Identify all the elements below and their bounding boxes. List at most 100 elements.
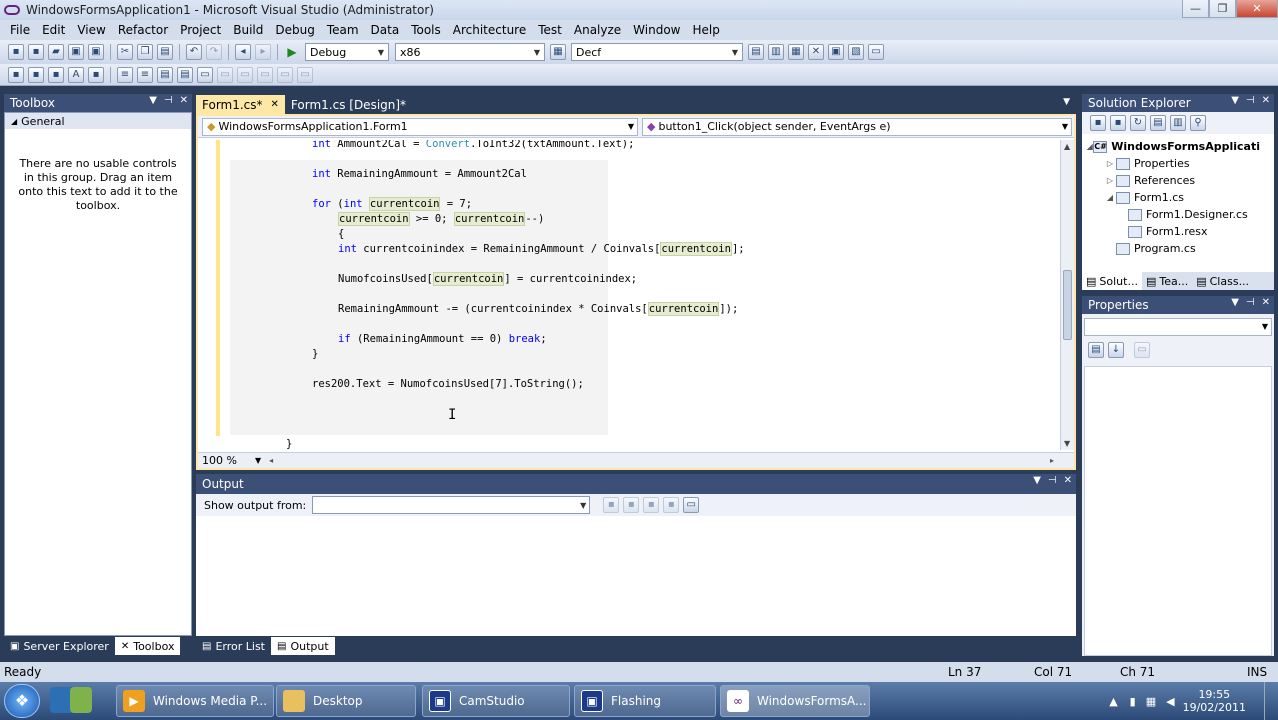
code-text-area[interactable]: int Ammount2Cal = Convert.ToInt32(txtAmm… — [198, 140, 1060, 456]
parameter-info-icon[interactable]: ▪ — [28, 66, 44, 83]
clear-bookmarks-icon[interactable]: ▭ — [297, 66, 313, 83]
taskbar-visual-studio[interactable]: ∞ WindowsFormsA... — [720, 685, 870, 717]
extension-manager-icon[interactable]: ▧ — [848, 44, 864, 60]
scroll-left-icon[interactable]: ◂ — [269, 456, 273, 465]
active-files-dropdown-icon[interactable]: ▼ — [1063, 97, 1070, 107]
object-members-icon[interactable]: ▪ — [8, 66, 24, 83]
tab-team-explorer[interactable]: ▤ Tea... — [1142, 272, 1192, 290]
output-text-area[interactable] — [196, 516, 1076, 636]
show-desktop-button[interactable] — [1264, 682, 1278, 720]
toolbox-group-general[interactable]: ◢ General — [5, 113, 191, 129]
prev-bookmark-icon[interactable]: ▭ — [217, 66, 233, 83]
menu-tools[interactable]: Tools — [405, 23, 447, 37]
menu-edit[interactable]: Edit — [36, 23, 71, 37]
pin-icon[interactable]: ⊣ — [1048, 475, 1057, 486]
toggle-bookmark-icon[interactable]: ▭ — [197, 66, 213, 83]
taskbar-desktop[interactable]: Desktop — [276, 685, 416, 717]
window-position-icon[interactable]: ▼ — [149, 95, 157, 106]
save-all-icon[interactable]: ▣ — [88, 44, 104, 60]
taskbar-camstudio[interactable]: ▣ CamStudio — [422, 685, 570, 717]
window-position-icon[interactable]: ▼ — [1033, 475, 1041, 486]
display-word-icon[interactable]: ▪ — [88, 66, 104, 83]
properties-object-select[interactable]: ▼ — [1084, 318, 1272, 336]
increase-indent-icon[interactable]: ≡ — [137, 66, 153, 83]
pin-icon[interactable]: ⊣ — [1246, 95, 1255, 106]
start-page-icon[interactable]: ▣ — [828, 44, 844, 60]
next-bookmark-icon[interactable]: ▭ — [237, 66, 253, 83]
quick-info-icon[interactable]: ▪ — [48, 66, 64, 83]
tab-error-list[interactable]: ▤ Error List — [196, 637, 271, 655]
pin-icon[interactable]: ⊣ — [164, 95, 173, 106]
tab-server-explorer[interactable]: ▣ Server Explorer — [4, 637, 115, 655]
add-item-icon[interactable]: ▪ — [28, 44, 44, 60]
tab-class-view[interactable]: ▤ Class... — [1192, 272, 1253, 290]
close-tab-icon[interactable]: ✕ — [271, 99, 279, 110]
scroll-thumb[interactable] — [1063, 270, 1072, 340]
output-source-select[interactable]: ▼ — [312, 496, 591, 514]
refresh-icon[interactable]: ↻ — [1130, 115, 1146, 131]
go-to-next-icon[interactable]: ▪ — [643, 497, 660, 513]
menu-team[interactable]: Team — [321, 23, 365, 37]
minimize-button[interactable]: — — [1182, 0, 1209, 18]
show-hidden-icons-icon[interactable]: ▲ — [1109, 695, 1117, 708]
paste-icon[interactable]: ▤ — [157, 44, 173, 60]
restore-button[interactable]: ❐ — [1209, 0, 1236, 18]
prev-bookmark-folder-icon[interactable]: ▭ — [257, 66, 273, 83]
cut-icon[interactable]: ✂ — [117, 44, 133, 60]
find-combo[interactable]: Decf ▼ — [571, 43, 743, 61]
uncomment-icon[interactable]: ▤ — [177, 66, 193, 83]
window-position-icon[interactable]: ▼ — [1231, 95, 1239, 106]
taskbar-media-player[interactable]: ▶ Windows Media P... — [116, 685, 274, 717]
tree-project[interactable]: ◢ C# WindowsFormsApplicati — [1082, 138, 1260, 155]
solution-explorer-icon[interactable]: ▤ — [748, 44, 764, 60]
find-in-files-icon[interactable]: ▦ — [550, 44, 566, 60]
menu-window[interactable]: Window — [627, 23, 686, 37]
redo-icon[interactable]: ↷ — [206, 44, 222, 60]
close-icon[interactable]: ✕ — [1262, 297, 1270, 308]
menu-data[interactable]: Data — [365, 23, 406, 37]
word-completion-icon[interactable]: A — [68, 66, 84, 83]
open-folder-icon[interactable]: ▰ — [48, 44, 64, 60]
find-message-icon[interactable]: ▪ — [603, 497, 620, 513]
properties-grid[interactable] — [1084, 366, 1272, 656]
battery-icon[interactable]: ▮ — [1130, 695, 1136, 708]
solution-config-select[interactable]: Debug ▼ — [305, 43, 389, 61]
tree-form1-resx[interactable]: Form1.resx — [1082, 223, 1260, 240]
menu-test[interactable]: Test — [532, 23, 568, 37]
menu-help[interactable]: Help — [687, 23, 726, 37]
word-wrap-icon[interactable]: ▭ — [683, 497, 700, 513]
menu-view[interactable]: View — [71, 23, 111, 37]
expand-icon[interactable]: ▷ — [1104, 159, 1116, 168]
clear-all-icon[interactable]: ▪ — [663, 497, 680, 513]
start-button[interactable]: ❖ — [4, 684, 40, 718]
scroll-down-icon[interactable]: ▼ — [1064, 439, 1070, 448]
type-select[interactable]: ◆ WindowsFormsApplication1.Form1 ▼ — [202, 117, 638, 136]
categorized-icon[interactable]: ▤ — [1088, 342, 1104, 358]
show-all-files-icon[interactable]: ▪ — [1110, 115, 1126, 131]
properties-icon[interactable]: ▥ — [768, 44, 784, 60]
class-diagram-icon[interactable]: ⚲ — [1190, 115, 1206, 131]
tree-form1-cs[interactable]: ◢ Form1.cs — [1082, 189, 1260, 206]
tree-references[interactable]: ▷ References — [1082, 172, 1260, 189]
alphabetical-icon[interactable]: ↓ — [1108, 342, 1124, 358]
zoom-level[interactable]: 100 % — [202, 454, 237, 467]
next-bookmark-folder-icon[interactable]: ▭ — [277, 66, 293, 83]
view-code-icon[interactable]: ▤ — [1150, 115, 1166, 131]
copy-icon[interactable]: ❐ — [137, 44, 153, 60]
tab-output[interactable]: ▤ Output — [271, 637, 335, 655]
go-to-prev-icon[interactable]: ▪ — [623, 497, 640, 513]
collapse-icon[interactable]: ◢ — [1086, 142, 1093, 151]
properties-icon[interactable]: ▪ — [1090, 115, 1106, 131]
comment-icon[interactable]: ▤ — [157, 66, 173, 83]
tab-solution-explorer[interactable]: ▤ Solut... — [1082, 272, 1142, 290]
close-icon[interactable]: ✕ — [1064, 475, 1072, 486]
decrease-indent-icon[interactable]: ≡ — [117, 66, 133, 83]
network-icon[interactable]: ▦ — [1146, 695, 1156, 708]
start-debugging-icon[interactable]: ▶ — [284, 45, 300, 59]
view-designer-icon[interactable]: ▥ — [1170, 115, 1186, 131]
people-pin-icon[interactable] — [70, 687, 92, 713]
new-project-icon[interactable]: ▪ — [8, 44, 24, 60]
clock[interactable]: 19:55 19/02/2011 — [1183, 688, 1246, 714]
solution-platform-select[interactable]: x86 ▼ — [395, 43, 545, 61]
tree-properties[interactable]: ▷ Properties — [1082, 155, 1260, 172]
